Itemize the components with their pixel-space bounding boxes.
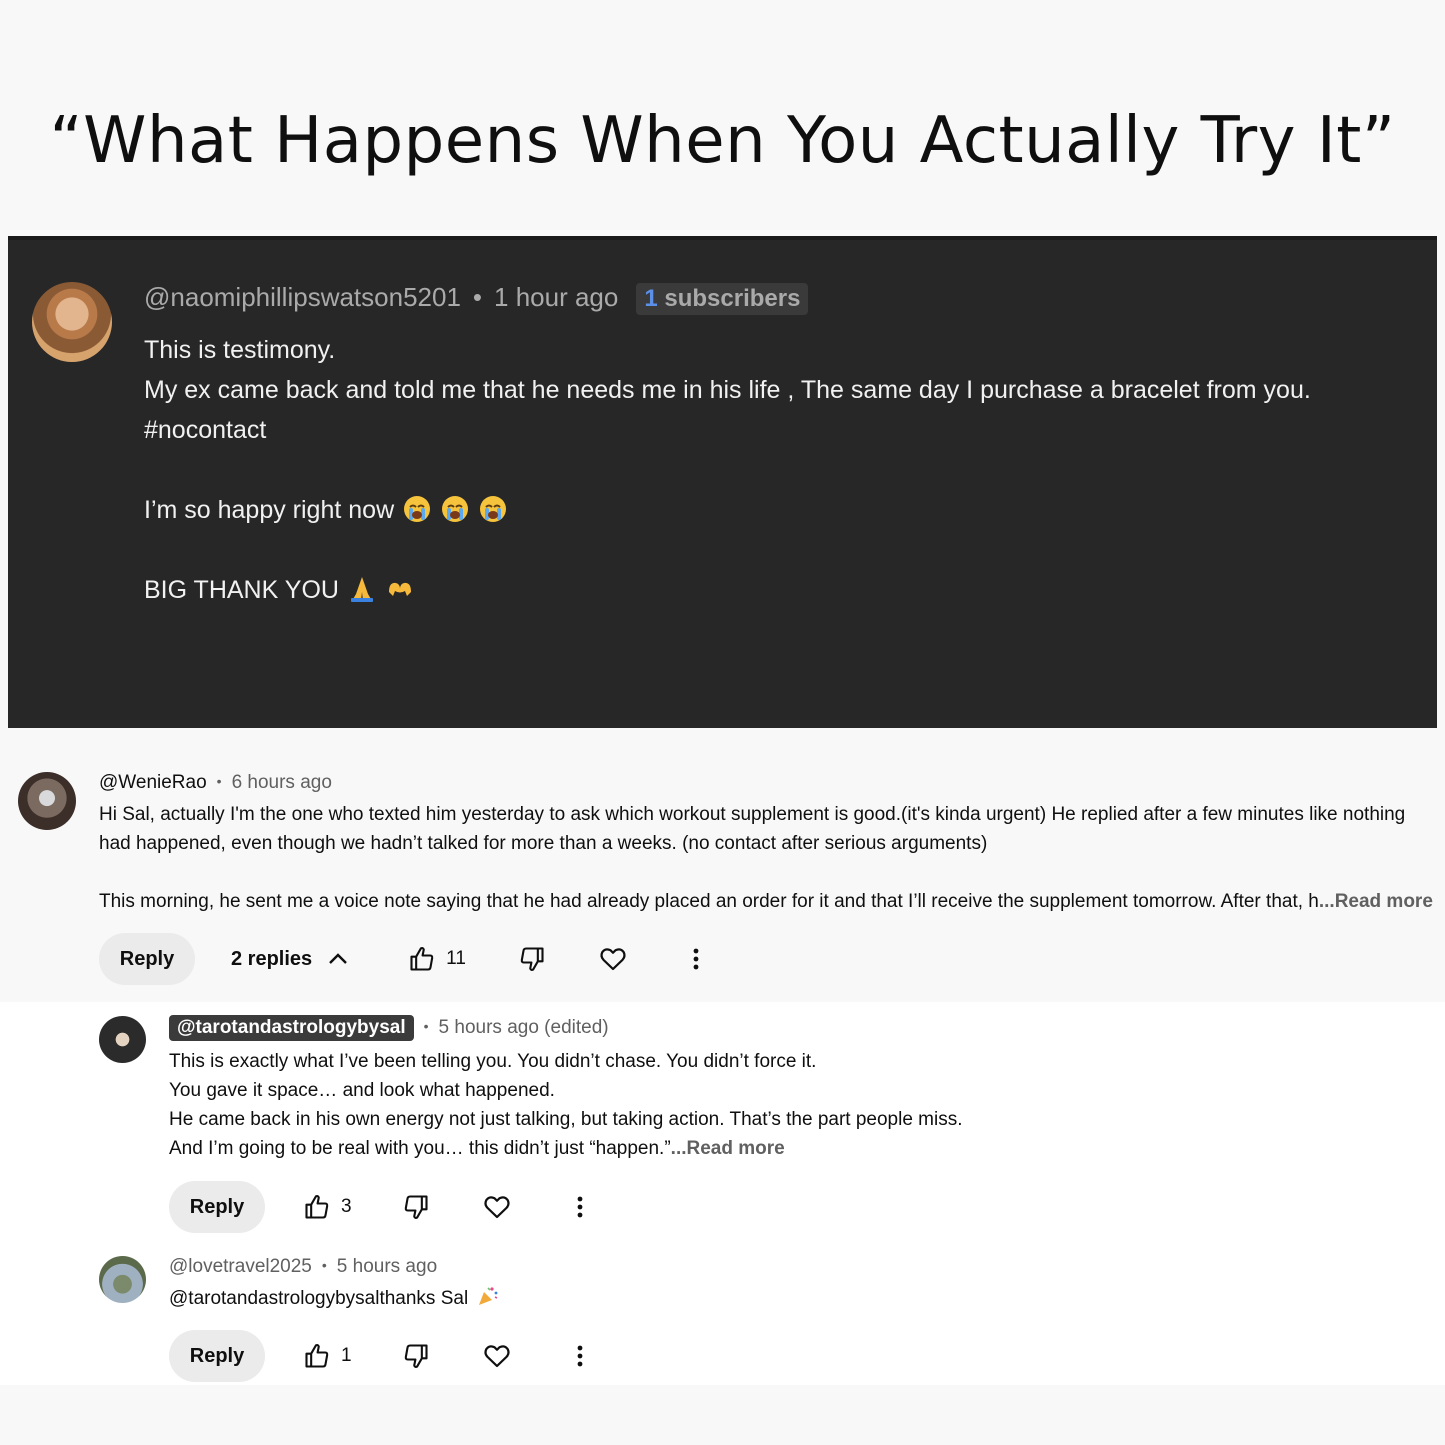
comment-line: BIG THANK YOU (144, 576, 339, 604)
crying-face-icon (442, 496, 469, 522)
comment-line: This is exactly what I’ve been telling y… (169, 1051, 817, 1072)
chevron-up-icon (329, 953, 348, 964)
thumbs-down-icon (520, 947, 544, 971)
thumbs-up-icon (305, 1195, 329, 1219)
comment-line: My ex came back and told me that he need… (144, 376, 1311, 404)
comment-time: 1 hour ago (494, 282, 619, 312)
crying-face-icon (480, 496, 507, 522)
thumbs-up-icon (410, 947, 434, 971)
heart-icon (483, 1196, 510, 1219)
more-options-button[interactable] (576, 1195, 584, 1219)
subscriber-count: 1 (644, 285, 658, 312)
comment-meta: @WenieRao • 6 hours ago (99, 772, 332, 793)
comment-line: This is testimony. (144, 336, 336, 364)
more-vert-icon (577, 1345, 582, 1367)
more-vert-icon (577, 1196, 582, 1218)
thumbs-down-icon (404, 1344, 428, 1368)
comment-line-wrap: @tarotandastrologybysalthanks Sal (169, 1284, 1369, 1313)
reply-button[interactable]: Reply (169, 1330, 265, 1382)
avatar[interactable] (99, 1256, 146, 1303)
headline: “What Happens When You Actually Try It” (49, 104, 1396, 178)
comment-line-wrap: And I’m going to be real with you… this … (169, 1134, 1369, 1163)
like-button[interactable]: 1 (303, 1342, 352, 1370)
comment-actions: Reply 3 (169, 1181, 584, 1233)
like-count: 3 (341, 1196, 352, 1217)
heart-button[interactable] (598, 944, 628, 974)
comment-line: had happened, even though we hadn’t talk… (99, 833, 988, 854)
comment-line-wrap: This morning, he sent me a voice note sa… (99, 887, 1433, 916)
like-count: 11 (446, 948, 466, 969)
comment-line: #nocontact (144, 416, 267, 444)
featured-comment-card: @naomiphillipswatson5201 • 1 hour ago 1 sub… (8, 236, 1437, 728)
heart-icon (483, 1345, 510, 1368)
comment-handle[interactable]: @naomiphillipswatson5201 (144, 282, 461, 312)
crying-face-icon (404, 496, 431, 522)
reply-comment: @tarotandastrologybysal • 5 hours ago (edi… (169, 1015, 1369, 1163)
heart-hands-icon (388, 582, 411, 596)
read-more-link[interactable]: ...Read more (671, 1138, 785, 1159)
comment-meta: @naomiphillipswatson5201 • 1 hour ago 1 sub… (144, 282, 809, 315)
more-options-button[interactable] (692, 947, 700, 971)
thumbs-up-icon (305, 1344, 329, 1368)
subscriber-badge: 1 subscribers (636, 283, 809, 315)
comment-handle[interactable]: @lovetravel2025 (169, 1256, 312, 1277)
comment-time: 5 hours ago (edited) (438, 1017, 609, 1038)
comment-line: And I’m going to be real with you… this … (169, 1138, 671, 1159)
avatar[interactable] (99, 1016, 146, 1063)
comment-body: @tarotandastrologybysalthanks Sal (169, 1284, 1369, 1313)
like-count: 1 (341, 1345, 352, 1366)
thumbs-down-icon (404, 1195, 428, 1219)
comment-line: I’m so happy right now (144, 496, 395, 524)
comment-line-emoji: I’m so happy right now (144, 490, 1311, 530)
comment-handle[interactable]: @WenieRao (99, 772, 207, 793)
dislike-button[interactable] (402, 1342, 430, 1370)
dislike-button[interactable] (402, 1193, 430, 1221)
creator-handle-chip[interactable]: @tarotandastrologybysal (169, 1015, 414, 1041)
reply-button[interactable]: Reply (99, 933, 195, 985)
reply-comment: @lovetravel2025 • 5 hours ago @tarotandast… (169, 1256, 1369, 1313)
like-button[interactable]: 11 (408, 945, 466, 973)
more-options-button[interactable] (576, 1344, 584, 1368)
heart-icon (600, 948, 626, 971)
comment-line-emoji: BIG THANK YOU (144, 570, 1311, 610)
comment: @WenieRao • 6 hours ago Hi Sal, actually I… (99, 772, 1433, 916)
comment-line: Hi Sal, actually I'm the one who texted … (99, 804, 1406, 825)
comment-meta: @tarotandastrologybysal • 5 hours ago (edi… (169, 1015, 1369, 1041)
comment-time: 5 hours ago (336, 1256, 438, 1277)
comment-body: This is testimony. My ex came back and t… (144, 330, 1311, 610)
read-more-link[interactable]: ...Read more (1319, 891, 1433, 912)
more-vert-icon (693, 948, 699, 970)
like-button[interactable]: 3 (303, 1193, 352, 1221)
comment-line: He came back in his own energy not just … (169, 1109, 963, 1130)
reply-button[interactable]: Reply (169, 1181, 265, 1233)
comment-meta: @lovetravel2025 • 5 hours ago (169, 1256, 438, 1277)
party-popper-icon (479, 1287, 498, 1305)
subscriber-label: subscribers (664, 285, 801, 312)
comment-time: 6 hours ago (231, 772, 332, 793)
comment-body: This is exactly what I’ve been telling y… (169, 1047, 1369, 1163)
dislike-button[interactable] (518, 945, 546, 973)
comment-actions: Reply 1 (169, 1330, 584, 1382)
comment-line: This morning, he sent me a voice note sa… (99, 891, 1319, 912)
comment-body: Hi Sal, actually I'm the one who texted … (99, 800, 1433, 916)
replies-toggle[interactable]: 2 replies (231, 947, 350, 971)
folded-hands-icon (350, 577, 373, 602)
replies-label: 2 replies (231, 947, 313, 970)
heart-button[interactable] (482, 1341, 512, 1371)
comment-actions: Reply 2 replies 11 (99, 933, 700, 985)
heart-button[interactable] (482, 1192, 512, 1222)
avatar[interactable] (18, 772, 76, 830)
avatar[interactable] (32, 282, 112, 362)
comment-line: @tarotandastrologybysalthanks Sal (169, 1288, 469, 1309)
comment-line: You gave it space… and look what happene… (169, 1080, 555, 1101)
